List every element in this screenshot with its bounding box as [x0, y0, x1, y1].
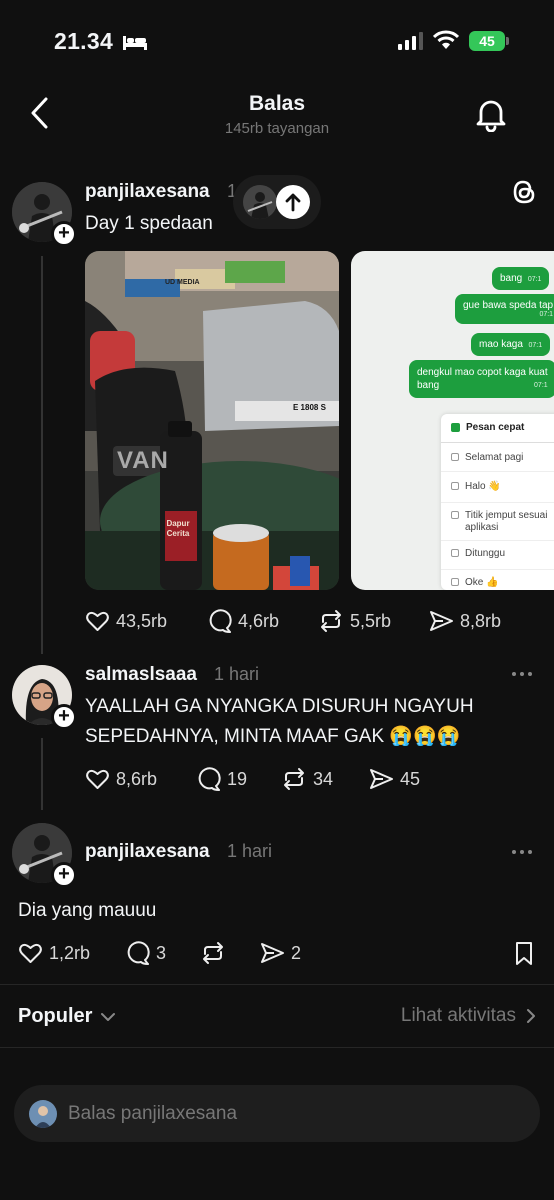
thread-line — [41, 256, 43, 654]
arrow-up-icon[interactable] — [276, 185, 310, 219]
reply-username[interactable]: panjilaxesana — [85, 841, 210, 863]
repost-icon — [284, 768, 304, 790]
chevron-down-icon — [101, 1012, 116, 1021]
send-icon — [370, 769, 393, 789]
like-count: 8,6rb — [116, 768, 158, 789]
heart-icon — [86, 611, 109, 631]
reply-input-placeholder[interactable]: Balas panjilaxesana — [68, 1103, 237, 1125]
image-plate-text: E 1808 S — [293, 403, 326, 412]
quick-reply-panel: Pesan cepat Selamat pagi Halo 👋 Titik je… — [441, 414, 554, 590]
send-icon — [261, 943, 284, 963]
quick-reply-item: Ditunggu — [451, 548, 505, 559]
comment-button[interactable]: 19 — [196, 767, 247, 791]
like-button[interactable]: 43,5rb — [85, 609, 167, 633]
battery-level: 45 — [479, 33, 495, 49]
comment-icon — [127, 941, 150, 965]
quick-reply-item: Oke 👍 — [451, 577, 499, 588]
comment-button[interactable]: 3 — [125, 941, 166, 965]
sleep-focus-icon — [122, 33, 148, 51]
chat-bubble: gue bawa speda tap 07:1 — [455, 294, 554, 324]
repost-icon — [203, 942, 223, 964]
section-divider — [0, 984, 554, 985]
comment-count: 3 — [156, 942, 167, 963]
scroll-top-pill[interactable] — [233, 175, 321, 229]
image-bottle-label: Dapur Cerita — [166, 519, 190, 538]
comment-icon — [198, 767, 221, 791]
share-count: 2 — [291, 942, 302, 963]
battery-indicator: 45 — [469, 31, 505, 51]
sort-dropdown[interactable]: Populer — [18, 1005, 116, 1028]
quick-reply-icon — [451, 423, 460, 432]
share-button[interactable]: 8,8rb — [429, 609, 501, 633]
wifi-icon — [433, 30, 459, 50]
chat-bubble: bang 07:1 — [492, 267, 550, 290]
repost-button[interactable]: 5,5rb — [318, 609, 391, 633]
share-button[interactable]: 45 — [369, 767, 420, 791]
repost-count: 5,5rb — [350, 610, 392, 631]
share-button[interactable]: 2 — [260, 941, 301, 965]
repost-count: 34 — [313, 768, 334, 789]
view-activity-label: Lihat aktivitas — [400, 1005, 516, 1026]
like-count: 1,2rb — [49, 942, 91, 963]
image-sign-text: UD MEDIA — [165, 279, 200, 286]
view-count: 145rb tayangan — [224, 120, 330, 137]
quick-reply-title: Pesan cepat — [451, 422, 524, 433]
chat-bubble: mao kaga 07:1 — [471, 333, 551, 356]
heart-icon — [86, 769, 109, 789]
notification-bell-icon[interactable] — [474, 96, 508, 132]
comment-button[interactable]: 4,6rb — [207, 609, 279, 633]
more-options-icon[interactable] — [512, 672, 532, 676]
page-title: Balas — [248, 92, 306, 115]
repost-button[interactable] — [200, 941, 226, 965]
post-username[interactable]: panjilaxesana — [85, 181, 210, 203]
scroll-pill-avatar — [243, 185, 277, 219]
chevron-right-icon — [527, 1009, 535, 1023]
cellular-signal-icon — [397, 32, 425, 50]
comment-count: 19 — [227, 768, 248, 789]
reply-time: 1 hari — [214, 664, 260, 684]
repost-icon — [321, 610, 341, 632]
more-options-icon[interactable] — [512, 850, 532, 854]
share-count: 8,8rb — [460, 610, 502, 631]
quick-reply-item: Selamat pagi — [451, 452, 523, 463]
reply-body: YAALLAH GA NYANGKA DISURUH NGAYUH SEPEDA… — [85, 696, 474, 747]
repost-button[interactable]: 34 — [281, 767, 333, 791]
reply-body: Dia yang mauuu — [18, 900, 157, 921]
composer-avatar — [29, 1100, 57, 1128]
post-image-photo[interactable]: UD MEDIA E 1808 S VAN Dapur Cerita — [85, 251, 339, 590]
status-time: 21.34 — [54, 28, 114, 54]
battery-tip — [506, 37, 509, 45]
post-body: Day 1 spedaan — [85, 213, 213, 234]
follow-plus-button[interactable]: + — [51, 862, 77, 888]
comment-count: 4,6rb — [238, 610, 280, 631]
post-image-chat[interactable]: bang 07:1 gue bawa speda tap 07:1 mao kag… — [351, 251, 554, 590]
section-divider — [0, 1047, 554, 1048]
quick-reply-item: Titik jemput sesuai aplikasi — [451, 510, 547, 534]
heart-icon — [19, 943, 42, 963]
thread-line — [41, 738, 43, 810]
image-bag-text: VAN — [117, 447, 169, 474]
quick-reply-item: Halo 👋 — [451, 481, 501, 492]
like-button[interactable]: 8,6rb — [85, 767, 157, 791]
like-button[interactable]: 1,2rb — [18, 941, 90, 965]
reply-time: 1 hari — [227, 841, 273, 861]
like-count: 43,5rb — [116, 610, 168, 631]
send-icon — [430, 611, 453, 631]
chat-bubble: dengkul mao copot kaga kuat bang 07:1 — [409, 360, 554, 398]
bookmark-icon[interactable] — [514, 941, 534, 966]
follow-plus-button[interactable]: + — [51, 221, 77, 247]
threads-logo-icon — [510, 178, 538, 206]
comment-icon — [209, 609, 232, 633]
view-activity-link[interactable]: Lihat aktivitas — [401, 1005, 536, 1027]
follow-plus-button[interactable]: + — [51, 704, 77, 730]
sort-label: Populer — [18, 1005, 93, 1027]
share-count: 45 — [400, 768, 421, 789]
reply-username[interactable]: salmaslsaaa — [85, 664, 197, 686]
